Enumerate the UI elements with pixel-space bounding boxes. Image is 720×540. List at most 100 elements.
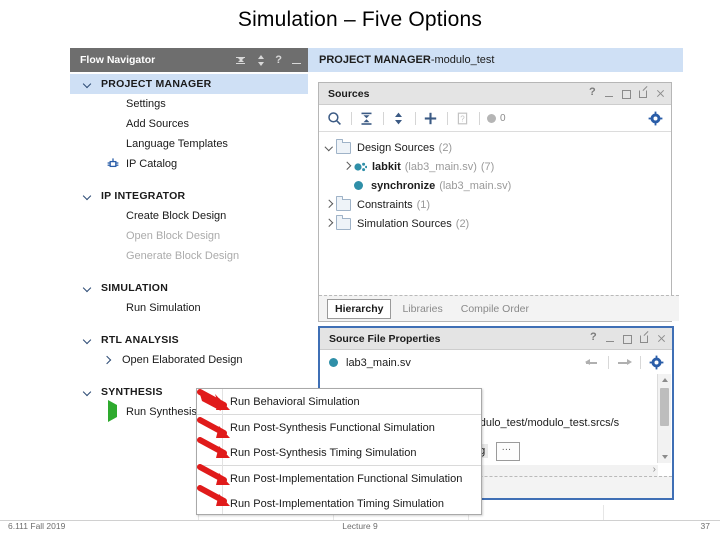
tree-row[interactable]: Constraints (1)	[319, 195, 671, 214]
sidebar-section-rtl-analysis[interactable]: RTL ANALYSIS	[70, 330, 308, 350]
sidebar-item-label: IP Catalog	[126, 158, 178, 170]
divider	[640, 356, 641, 369]
arrow-left-icon[interactable]	[585, 357, 600, 369]
tree-row[interactable]: labkit (lab3_main.sv) (7)	[319, 157, 671, 176]
sidebar-item-settings[interactable]: Settings	[70, 94, 308, 114]
sidebar-section-simulation[interactable]: SIMULATION	[70, 278, 308, 298]
maximize-icon[interactable]	[622, 89, 631, 99]
toolbar-divider	[447, 111, 448, 125]
menu-item-run-behavioral-simulation[interactable]: Run Behavioral Simulation	[197, 389, 481, 414]
help-icon[interactable]: ?	[275, 54, 282, 66]
report-icon: ?	[455, 111, 470, 126]
folder-icon	[335, 196, 351, 211]
collapse-all-icon[interactable]	[235, 55, 246, 66]
scroll-down-icon[interactable]	[658, 451, 671, 463]
close-icon[interactable]	[656, 89, 665, 98]
sidebar-section-project-manager[interactable]: PROJECT MANAGER	[70, 74, 308, 94]
sidebar-item-add-sources[interactable]: Add Sources	[70, 114, 308, 134]
scroll-up-icon[interactable]	[658, 374, 671, 386]
tree-count: (2)	[455, 217, 470, 230]
sidebar-section-label: SIMULATION	[101, 282, 169, 294]
flow-navigator-header-icons: ?	[235, 54, 302, 66]
toolbar-divider	[351, 111, 352, 125]
ip-catalog-icon	[106, 157, 120, 171]
help-icon[interactable]	[589, 331, 598, 343]
sfp-vertical-scrollbar[interactable]	[657, 374, 671, 463]
search-icon[interactable]	[327, 111, 342, 126]
sfp-panel-header: Source File Properties	[320, 328, 672, 350]
sidebar-item-create-block-design[interactable]: Create Block Design	[70, 206, 308, 226]
browse-button[interactable]	[496, 442, 521, 461]
help-icon[interactable]	[588, 86, 597, 98]
sidebar-section-ip-integrator[interactable]: IP INTEGRATOR	[70, 186, 308, 206]
flow-navigator-body: PROJECT MANAGER Settings Add Sources Lan…	[70, 72, 308, 422]
page-title: Simulation – Five Options	[237, 8, 483, 31]
maximize-icon[interactable]	[623, 334, 632, 344]
sources-panel-header: Sources	[319, 83, 671, 105]
menu-item-run-post-synthesis-timing-simulation[interactable]: Run Post-Synthesis Timing Simulation	[197, 440, 481, 465]
minimize-icon[interactable]	[291, 55, 302, 66]
minimize-icon[interactable]	[605, 89, 614, 98]
scroll-right-icon[interactable]: ›	[653, 464, 656, 475]
float-icon[interactable]	[639, 89, 648, 98]
annotation-arrow-icon	[197, 485, 237, 511]
tree-count: (1)	[416, 198, 431, 211]
simulation-context-menu: Run Behavioral Simulation Run Post-Synth…	[196, 388, 482, 515]
sources-toolbar: ? 0	[319, 105, 671, 132]
no-icon	[106, 209, 120, 223]
sidebar-item-ip-catalog[interactable]: IP Catalog	[70, 154, 308, 174]
sidebar-section-label: SYNTHESIS	[101, 386, 163, 398]
slide-canvas: Simulation – Five Options Flow Navigator…	[0, 0, 720, 540]
menu-item-run-post-implementation-timing-simulation[interactable]: Run Post-Implementation Timing Simulatio…	[197, 491, 481, 516]
close-icon[interactable]	[657, 334, 666, 343]
sidebar-item-open-block-design: Open Block Design	[70, 226, 308, 246]
sidebar-item-language-templates[interactable]: Language Templates	[70, 134, 308, 154]
sidebar-item-label: Language Templates	[126, 138, 228, 150]
sidebar-item-label: Run Simulation	[126, 302, 201, 314]
tree-file: (lab3_main.sv)	[404, 160, 477, 173]
gear-icon[interactable]	[648, 111, 663, 126]
collapse-all-icon[interactable]	[359, 111, 374, 126]
gear-icon[interactable]	[649, 355, 664, 370]
banner-project-name: modulo_test	[434, 54, 495, 66]
expand-collapse-icon[interactable]	[391, 111, 406, 126]
tree-label: Constraints	[357, 198, 413, 211]
chevron-down-icon	[83, 284, 92, 293]
tree-label: labkit	[372, 160, 401, 173]
sidebar-item-open-elaborated-design[interactable]: Open Elaborated Design	[70, 350, 308, 370]
scrollbar-thumb[interactable]	[660, 388, 669, 426]
sidebar-item-run-simulation[interactable]: Run Simulation	[70, 298, 308, 318]
gear-icon	[106, 97, 120, 111]
project-manager-banner: PROJECT MANAGER - modulo_test	[308, 48, 683, 73]
chevron-right-icon[interactable]	[323, 201, 336, 208]
add-sources-icon[interactable]	[423, 111, 438, 126]
expand-collapse-icon[interactable]	[255, 54, 266, 66]
chevron-down-icon[interactable]	[323, 144, 336, 151]
sources-panel: Sources ? ? 0 Design Sources (2) labkit …	[318, 82, 679, 322]
menu-item-run-post-synthesis-functional-simulation[interactable]: Run Post-Synthesis Functional Simulation	[197, 415, 481, 440]
no-icon	[106, 137, 120, 151]
sidebar-section-label: RTL ANALYSIS	[101, 334, 179, 346]
tab-libraries[interactable]: Libraries	[395, 300, 449, 318]
tree-label: Design Sources	[357, 141, 435, 154]
arrow-right-icon[interactable]	[617, 357, 632, 369]
toolbar-divider	[479, 111, 480, 125]
sfp-panel-title: Source File Properties	[329, 332, 441, 345]
tab-compile-order[interactable]: Compile Order	[454, 300, 536, 318]
tree-row[interactable]: Design Sources (2)	[319, 138, 671, 157]
minimize-icon[interactable]	[606, 334, 615, 343]
menu-item-run-post-implementation-functional-simulation[interactable]: Run Post-Implementation Functional Simul…	[197, 466, 481, 491]
tree-count: (7)	[480, 160, 495, 173]
chevron-right-icon[interactable]	[323, 220, 336, 227]
flow-navigator-header: Flow Navigator ?	[70, 48, 308, 72]
tree-row[interactable]: synchronize (lab3_main.sv)	[319, 176, 671, 195]
sidebar-item-label: Generate Block Design	[126, 250, 240, 262]
file-dot-icon	[354, 181, 363, 190]
tree-row[interactable]: Simulation Sources (2)	[319, 214, 671, 233]
status-dot-icon	[487, 113, 496, 123]
chevron-right-icon[interactable]	[341, 163, 354, 170]
tab-hierarchy[interactable]: Hierarchy	[327, 298, 392, 319]
float-icon[interactable]	[640, 334, 649, 343]
